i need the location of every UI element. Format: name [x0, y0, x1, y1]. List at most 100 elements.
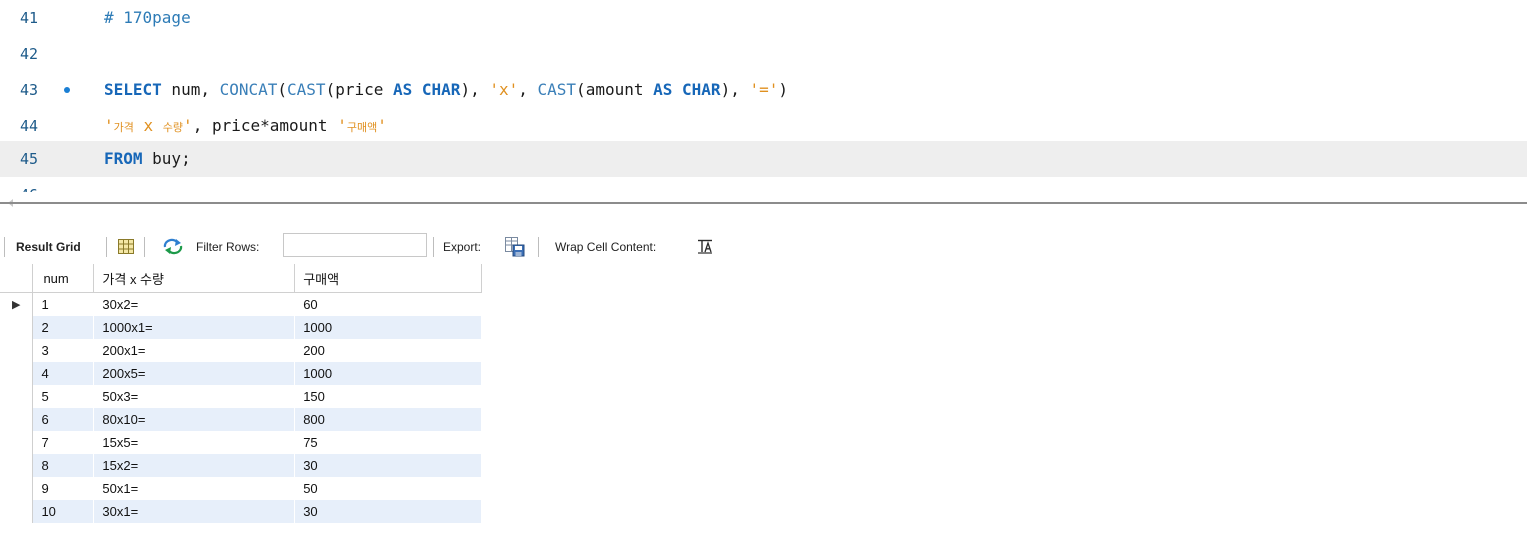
pane-splitter[interactable] [0, 196, 1527, 208]
cell-value: 200x1= [102, 343, 146, 358]
string-token: 수량 [162, 121, 184, 134]
table-row[interactable]: 2 1000x1= 1000 [0, 316, 482, 339]
table-row[interactable]: 6 80x10= 800 [0, 408, 482, 431]
function-token: CAST [537, 80, 577, 99]
row-selector[interactable] [0, 408, 34, 431]
table-cell[interactable]: 2 [32, 316, 95, 339]
table-cell[interactable]: 80x10= [93, 408, 296, 431]
row-selector[interactable] [0, 454, 34, 477]
cell-value: 200x5= [102, 366, 146, 381]
table-row[interactable]: 7 15x5= 75 [0, 431, 482, 454]
table-cell[interactable]: 200 [294, 339, 482, 362]
row-selector[interactable] [0, 431, 34, 454]
row-selector[interactable] [0, 316, 34, 339]
column-header[interactable]: num [32, 264, 95, 293]
table-cell[interactable]: 150 [294, 385, 482, 408]
table-cell[interactable]: 60 [294, 292, 482, 316]
cell-value: 30x2= [102, 297, 139, 312]
column-header[interactable]: 가격 x 수량 [93, 264, 296, 293]
table-cell[interactable]: 50x3= [93, 385, 296, 408]
string-token: 가격 [113, 121, 134, 134]
table-cell[interactable]: 30x1= [93, 500, 296, 523]
row-selector[interactable] [0, 500, 34, 523]
string-token: ' [183, 116, 193, 135]
table-cell[interactable]: 1000 [294, 362, 482, 385]
table-cell[interactable]: 15x5= [93, 431, 296, 454]
table-row[interactable]: 8 15x2= 30 [0, 454, 482, 477]
comment-token: # 170page [104, 8, 191, 27]
table-row[interactable]: 3 200x1= 200 [0, 339, 482, 362]
function-token: CONCAT [219, 80, 278, 99]
table-cell[interactable]: 1000 [294, 316, 482, 339]
row-selector-header[interactable] [0, 264, 34, 293]
result-grid[interactable]: num 가격 x 수량 구매액 ▶ 1 30x2= 60 2 1000x1= 1000 3 20… [0, 264, 482, 523]
refresh-arrows-icon[interactable] [162, 238, 184, 255]
string-token: x [133, 116, 163, 135]
splitter-bar[interactable] [0, 202, 1527, 204]
row-selector[interactable] [0, 339, 34, 362]
toolbar-divider [538, 237, 539, 257]
line-number: 46 [20, 177, 62, 192]
table-row[interactable]: 10 30x1= 30 [0, 500, 482, 523]
filter-rows-input[interactable] [283, 233, 427, 257]
editor-line[interactable]: 43 SELECT num, CONCAT(CAST(price AS CHAR… [0, 72, 1527, 108]
table-cell[interactable]: 75 [294, 431, 482, 454]
table-cell[interactable]: 800 [294, 408, 482, 431]
column-header-label: 구매액 [303, 271, 340, 287]
identifier-token: amount [585, 80, 654, 99]
table-cell[interactable]: 30 [294, 500, 482, 523]
code-from-line: FROM buy; [104, 141, 191, 177]
table-cell[interactable]: 9 [32, 477, 95, 500]
line-number: 43 [20, 81, 39, 99]
identifier-token: buy; [142, 149, 191, 168]
table-cell[interactable]: 30 [294, 454, 482, 477]
table-cell[interactable]: 200x5= [93, 362, 296, 385]
editor-line[interactable]: 44 '가격 x 수량', price*amount '구매액' [0, 108, 1527, 144]
editor-line[interactable]: 42 [0, 36, 1527, 72]
table-row[interactable]: ▶ 1 30x2= 60 [0, 292, 482, 316]
row-selector[interactable] [0, 362, 34, 385]
table-cell[interactable]: 1 [32, 292, 95, 316]
function-token: CAST [287, 80, 326, 99]
sql-editor[interactable]: 41 # 170page 42 43 SELECT num, CONCAT(CA… [0, 0, 1527, 192]
row-selector[interactable]: ▶ [0, 292, 34, 316]
editor-line-current[interactable]: 45 FROM buy; [0, 141, 1527, 177]
toolbar-divider [433, 237, 434, 257]
table-cell[interactable]: 1000x1= [93, 316, 296, 339]
string-token: 'x' [489, 80, 519, 99]
row-selector[interactable] [0, 385, 34, 408]
cell-value: 8 [41, 458, 49, 473]
cell-value: 6 [41, 412, 49, 427]
cell-value: 1000 [303, 366, 333, 381]
table-row[interactable]: 5 50x3= 150 [0, 385, 482, 408]
table-cell[interactable]: 50 [294, 477, 482, 500]
result-grid-tab[interactable]: Result Grid [16, 231, 81, 263]
table-cell[interactable]: 10 [32, 500, 95, 523]
table-cell[interactable]: 3 [32, 339, 95, 362]
grid-layout-icon[interactable] [118, 239, 134, 254]
cell-value: 1000x1= [102, 320, 153, 335]
export-icon[interactable] [505, 237, 525, 257]
table-cell[interactable]: 30x2= [93, 292, 296, 316]
table-row[interactable]: 9 50x1= 50 [0, 477, 482, 500]
table-cell[interactable]: 200x1= [93, 339, 296, 362]
keyword-token: CHAR [682, 80, 721, 99]
table-cell[interactable]: 4 [32, 362, 95, 385]
wrap-text-icon[interactable] [697, 239, 713, 254]
table-cell[interactable]: 6 [32, 408, 95, 431]
table-cell[interactable]: 7 [32, 431, 95, 454]
table-cell[interactable]: 5 [32, 385, 95, 408]
cell-value: 7 [41, 435, 49, 450]
column-header[interactable]: 구매액 [294, 264, 482, 293]
editor-line[interactable]: 41 # 170page [0, 0, 1527, 36]
table-row[interactable]: 4 200x5= 1000 [0, 362, 482, 385]
row-selector[interactable] [0, 477, 34, 500]
table-cell[interactable]: 15x2= [93, 454, 296, 477]
editor-line[interactable]: 46 [0, 177, 1527, 192]
cell-value: 30x1= [102, 504, 139, 519]
table-cell[interactable]: 8 [32, 454, 95, 477]
cell-value: 1 [41, 297, 49, 312]
string-token: ' [104, 116, 114, 135]
cell-value: 2 [41, 320, 49, 335]
table-cell[interactable]: 50x1= [93, 477, 296, 500]
